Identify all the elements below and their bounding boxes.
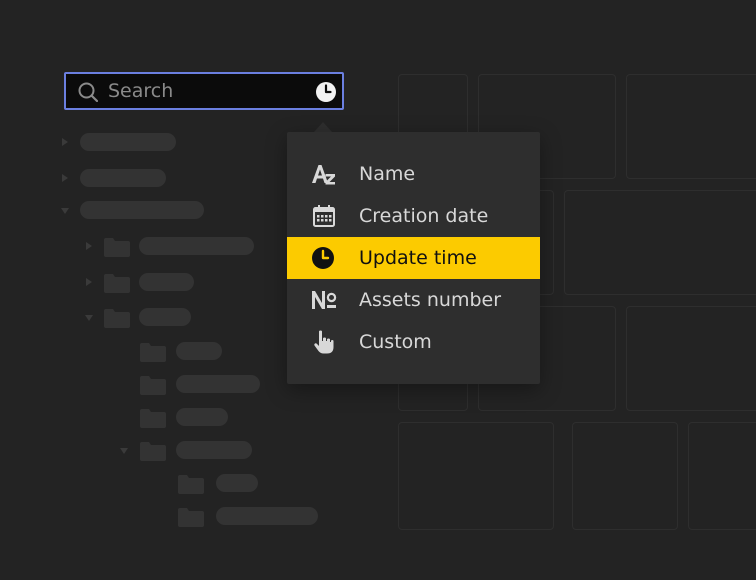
- menu-item-label: Custom: [359, 331, 432, 353]
- menu-item-label: Name: [359, 163, 416, 185]
- tree-label-placeholder: [216, 507, 318, 525]
- tree-label-placeholder: [139, 237, 254, 255]
- folder-icon: [104, 274, 130, 293]
- tree-label-placeholder: [176, 408, 228, 426]
- clock-icon[interactable]: [314, 80, 338, 104]
- sort-menu: Name Creation date Update time Assets nu…: [287, 132, 540, 384]
- expand-arrow-icon[interactable]: [86, 278, 92, 286]
- tree-row[interactable]: [120, 408, 320, 428]
- tree-row[interactable]: [120, 441, 320, 461]
- tree-row[interactable]: [60, 169, 260, 187]
- tree-row[interactable]: [60, 201, 260, 219]
- expand-arrow-icon[interactable]: [62, 174, 68, 182]
- collapse-arrow-icon[interactable]: [85, 315, 93, 321]
- tree-label-placeholder: [216, 474, 258, 492]
- expand-arrow-icon[interactable]: [86, 242, 92, 250]
- menu-item-label: Assets number: [359, 289, 502, 311]
- sort-option-custom[interactable]: Custom: [287, 321, 540, 363]
- tree-row[interactable]: [158, 507, 358, 527]
- search-icon: [78, 82, 98, 102]
- tree-label-placeholder: [176, 375, 260, 393]
- numero-sign-icon: [312, 291, 337, 309]
- tree-row[interactable]: [84, 273, 284, 293]
- asset-tile[interactable]: [572, 422, 678, 530]
- sort-option-name[interactable]: Name: [287, 153, 540, 195]
- asset-browser: Name Creation date Update time: [0, 0, 756, 580]
- tree-label-placeholder: [139, 308, 191, 326]
- tree-label-placeholder: [80, 201, 204, 219]
- folder-icon: [104, 238, 130, 257]
- tree-row[interactable]: [84, 237, 284, 257]
- folder-icon: [178, 475, 204, 494]
- clock-icon: [312, 247, 334, 269]
- asset-tile[interactable]: [564, 190, 756, 295]
- folder-icon: [178, 508, 204, 527]
- hand-pointer-icon: [314, 330, 334, 354]
- folder-icon: [104, 309, 130, 328]
- expand-arrow-icon[interactable]: [62, 138, 68, 146]
- folder-icon: [140, 343, 166, 362]
- collapse-arrow-icon[interactable]: [61, 208, 69, 214]
- tree-label-placeholder: [80, 169, 166, 187]
- sort-option-assets-number[interactable]: Assets number: [287, 279, 540, 321]
- menu-caret: [314, 122, 332, 132]
- calendar-icon: [313, 205, 335, 227]
- folder-icon: [140, 442, 166, 461]
- menu-item-label: Creation date: [359, 205, 489, 227]
- tree-label-placeholder: [80, 133, 176, 151]
- tree-row[interactable]: [84, 308, 284, 328]
- tree-label-placeholder: [176, 342, 222, 360]
- folder-icon: [140, 409, 166, 428]
- asset-tile[interactable]: [626, 74, 756, 179]
- alphabetical-sort-icon: [312, 165, 335, 185]
- sort-option-update-time[interactable]: Update time: [287, 237, 540, 279]
- tree-label-placeholder: [176, 441, 252, 459]
- menu-item-label: Update time: [359, 247, 477, 269]
- collapse-arrow-icon[interactable]: [120, 448, 128, 454]
- asset-tile[interactable]: [398, 422, 554, 530]
- sort-option-creation-date[interactable]: Creation date: [287, 195, 540, 237]
- search-box: [64, 72, 344, 110]
- tree-row[interactable]: [60, 133, 260, 151]
- asset-tile[interactable]: [688, 422, 756, 530]
- tree-row[interactable]: [158, 474, 358, 494]
- folder-icon: [140, 376, 166, 395]
- asset-tile[interactable]: [626, 306, 756, 411]
- tree-label-placeholder: [139, 273, 194, 291]
- search-input[interactable]: [108, 74, 308, 108]
